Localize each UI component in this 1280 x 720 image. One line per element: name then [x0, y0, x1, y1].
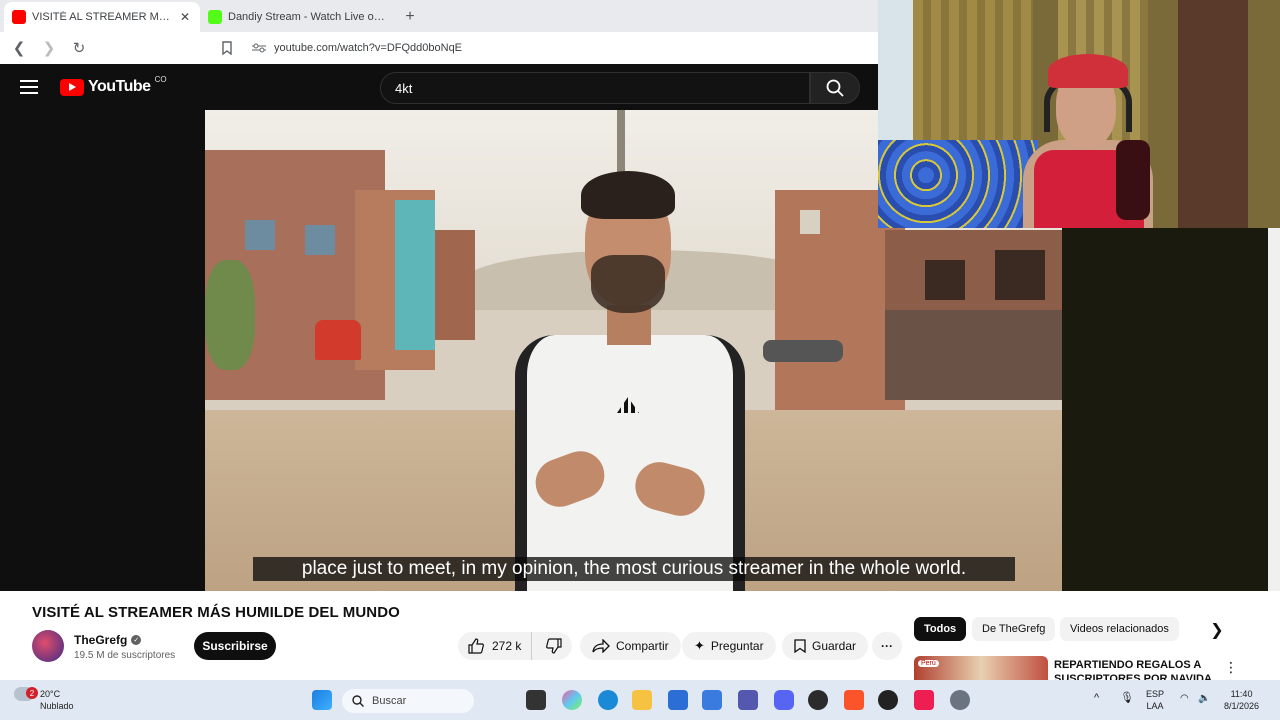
thumbnail-label: Perú	[918, 660, 939, 667]
save-button[interactable]: Guardar	[782, 632, 869, 660]
bookmark-icon[interactable]	[216, 37, 238, 59]
thumbs-up-icon	[468, 638, 484, 654]
save-icon	[794, 639, 806, 653]
forward-icon[interactable]: ❯	[38, 37, 60, 59]
youtube-favicon-icon	[12, 10, 26, 24]
copilot-icon[interactable]	[562, 690, 582, 710]
like-count: 272 k	[492, 639, 522, 653]
tiktok-icon[interactable]	[914, 690, 934, 710]
discord-icon[interactable]	[774, 690, 794, 710]
share-label: Compartir	[616, 639, 669, 653]
chip-related[interactable]: Videos relacionados	[1060, 617, 1179, 641]
search-query: 4kt	[395, 80, 413, 96]
verified-icon: ✓	[131, 635, 142, 645]
chip-all[interactable]: Todos	[914, 617, 967, 641]
browser-tab-bar: VISITÉ AL STREAMER MÁS HUMI ✕ Dandiy Str…	[0, 0, 878, 32]
close-tab-icon[interactable]: ✕	[178, 10, 192, 24]
search-icon	[826, 79, 844, 97]
language-indicator[interactable]: ESP LAA	[1146, 688, 1164, 712]
subscribe-button[interactable]: Suscribirse	[194, 632, 276, 660]
channel-name: TheGrefg	[74, 633, 128, 647]
tab-title: Dandiy Stream - Watch Live on Kick	[228, 11, 388, 23]
settings-gear-icon[interactable]	[950, 690, 970, 710]
weather-temp: 20°C	[40, 689, 61, 699]
youtube-header: YouTube CO 4kt	[0, 64, 878, 110]
ask-button[interactable]: ✦ Preguntar	[682, 632, 776, 660]
youtube-wordmark: YouTube	[88, 78, 151, 95]
tab-youtube[interactable]: VISITÉ AL STREAMER MÁS HUMI ✕	[4, 2, 200, 32]
clock-time: 11:40	[1230, 689, 1253, 699]
site-info-icon[interactable]	[252, 42, 266, 54]
search-label: Buscar	[372, 695, 407, 707]
related-video-thumbnail[interactable]: Perú	[914, 656, 1048, 680]
share-button[interactable]: Compartir	[580, 632, 681, 660]
task-view-icon[interactable]	[526, 690, 546, 710]
like-button[interactable]: 272 k	[458, 632, 533, 660]
like-dislike-group: 272 k	[458, 632, 572, 660]
youtube-play-icon	[60, 78, 84, 96]
ask-label: Preguntar	[710, 639, 764, 653]
volume-icon[interactable]: 🔈	[1198, 693, 1210, 705]
subscriber-count: 19.5 M de suscriptores	[74, 650, 176, 661]
address-bar: ❮ ❯ ↻ youtube.com/watch?v=DFQdd0boNqE	[0, 32, 878, 64]
brave-icon[interactable]	[844, 690, 864, 710]
obs-icon[interactable]	[878, 690, 898, 710]
mail-icon[interactable]	[702, 690, 722, 710]
channel-name-row[interactable]: TheGrefg ✓	[74, 633, 142, 647]
video-host	[505, 165, 755, 591]
url-field[interactable]: youtube.com/watch?v=DFQdd0boNqE	[246, 35, 870, 61]
kebab-menu-icon[interactable]: ⋮	[1224, 659, 1238, 676]
clock[interactable]: 11:40 8/1/2026	[1224, 688, 1259, 712]
url-text: youtube.com/watch?v=DFQdd0boNqE	[274, 42, 463, 54]
search-button[interactable]	[810, 72, 860, 104]
weather-text: 20°C Nublado	[40, 688, 74, 712]
video-title: VISITÉ AL STREAMER MÁS HUMILDE DEL MUNDO	[32, 604, 400, 621]
edge-icon[interactable]	[598, 690, 618, 710]
sparkle-icon: ✦	[694, 638, 705, 653]
share-icon	[592, 639, 610, 653]
microphone-icon[interactable]: 🎙	[1120, 692, 1134, 704]
chevron-up-icon[interactable]: ^	[1094, 692, 1099, 704]
search-input[interactable]: 4kt	[380, 72, 810, 104]
tab-kick[interactable]: Dandiy Stream - Watch Live on Kick	[200, 2, 396, 32]
related-video-title[interactable]: REPARTIENDO REGALOS A SUSCRIPTORES POR N…	[1054, 658, 1214, 680]
kick-favicon-icon	[208, 10, 222, 24]
dislike-button[interactable]	[538, 632, 570, 660]
video-caption: place just to meet, in my opinion, the m…	[253, 557, 1015, 581]
taskbar-search[interactable]: Buscar	[342, 689, 474, 713]
chip-from-channel[interactable]: De TheGrefg	[972, 617, 1056, 641]
lang-top: ESP	[1146, 689, 1165, 699]
file-explorer-icon[interactable]	[632, 690, 652, 710]
store-icon[interactable]	[668, 690, 688, 710]
player-letterbox-left	[0, 110, 205, 591]
notification-badge: 2	[26, 687, 38, 699]
new-tab-button[interactable]: +	[396, 2, 424, 32]
youtube-logo[interactable]: YouTube CO	[60, 74, 167, 96]
webcam-overlay	[878, 0, 1280, 228]
weather-desc: Nublado	[40, 701, 74, 711]
teams-icon[interactable]	[738, 690, 758, 710]
player-letterbox-right	[1062, 228, 1268, 591]
lang-bottom: LAA	[1146, 701, 1164, 711]
back-icon[interactable]: ❮	[8, 37, 30, 59]
chevron-right-icon[interactable]: ❯	[1208, 621, 1226, 639]
microphone-icon	[1116, 140, 1150, 220]
save-label: Guardar	[812, 639, 857, 653]
menu-icon[interactable]	[20, 80, 38, 94]
more-icon: ···	[881, 639, 893, 653]
windows-start-icon[interactable]	[312, 690, 332, 710]
tab-title: VISITÉ AL STREAMER MÁS HUMI	[32, 11, 172, 23]
clock-date: 8/1/2026	[1224, 701, 1260, 711]
channel-avatar[interactable]	[32, 630, 64, 662]
screen: VISITÉ AL STREAMER MÁS HUMI ✕ Dandiy Str…	[0, 0, 1280, 720]
wifi-icon[interactable]: ◠	[1180, 693, 1189, 705]
reload-icon[interactable]: ↻	[68, 37, 90, 59]
search-icon	[352, 695, 364, 707]
country-code: CO	[154, 74, 167, 84]
more-actions-button[interactable]: ···	[872, 632, 902, 660]
thumbs-down-icon	[546, 638, 562, 654]
app-icon[interactable]	[808, 690, 828, 710]
